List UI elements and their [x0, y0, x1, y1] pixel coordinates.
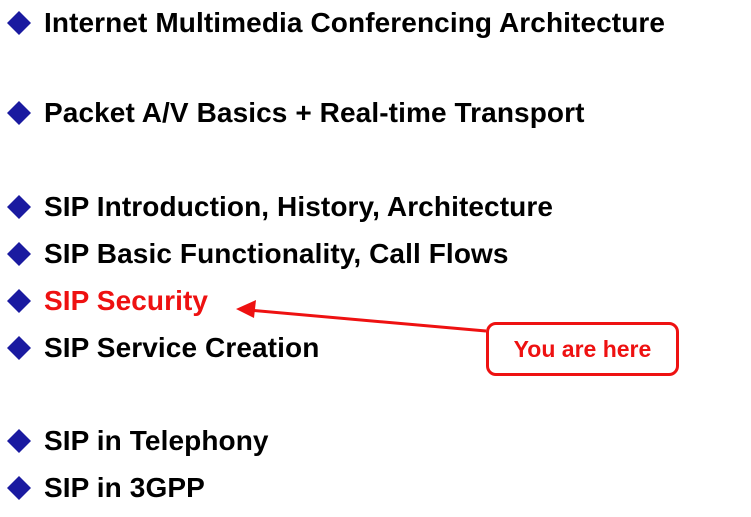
agenda-item-label: SIP Service Creation [44, 332, 320, 363]
agenda-item-1: Internet Multimedia Conferencing Archite… [0, 4, 665, 42]
agenda-item-label: SIP Basic Functionality, Call Flows [44, 238, 509, 269]
agenda-item-2: Packet A/V Basics + Real-time Transport [0, 94, 585, 132]
agenda-item-label: Packet A/V Basics + Real-time Transport [44, 97, 585, 128]
diamond-bullet-icon [0, 235, 38, 273]
agenda-item-3: SIP Introduction, History, Architecture [0, 188, 553, 226]
diamond-bullet-icon [0, 282, 38, 320]
diamond-bullet-icon [0, 4, 38, 42]
you-are-here-callout: You are here [486, 322, 679, 376]
diamond-bullet-icon [0, 422, 38, 460]
agenda-item-label: SIP in Telephony [44, 425, 269, 456]
diamond-bullet-icon [0, 188, 38, 226]
diamond-bullet-icon [0, 94, 38, 132]
agenda-item-6: SIP Service Creation [0, 329, 319, 367]
agenda-item-label-current: SIP Security [44, 285, 209, 316]
agenda-item-label: SIP Introduction, History, Architecture [44, 191, 554, 222]
callout-text: You are here [513, 335, 652, 362]
agenda-item-label: SIP in 3GPP [44, 472, 205, 503]
agenda-item-5-current: SIP Security [0, 282, 208, 320]
agenda-item-7: SIP in Telephony [0, 422, 269, 460]
agenda-item-8: SIP in 3GPP [0, 469, 205, 507]
agenda-item-4: SIP Basic Functionality, Call Flows [0, 235, 509, 273]
agenda-item-label: Internet Multimedia Conferencing Archite… [44, 7, 666, 38]
diamond-bullet-icon [0, 469, 38, 507]
diamond-bullet-icon [0, 329, 38, 367]
